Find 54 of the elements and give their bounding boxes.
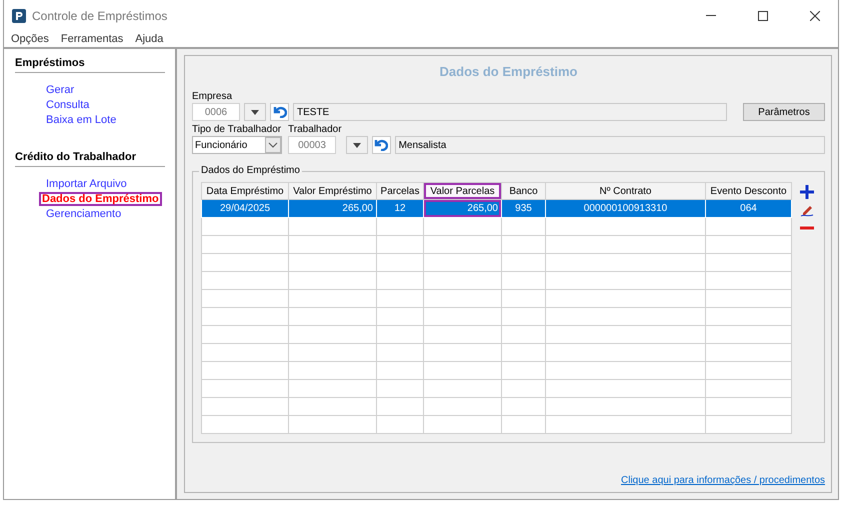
type-select[interactable]: Funcionário (192, 136, 282, 154)
table-cell: 935 (502, 200, 546, 218)
sidebar-link[interactable]: Consulta (43, 98, 92, 112)
panel-title: Dados do Empréstimo (438, 64, 578, 79)
column-header[interactable]: Data Empréstimo (202, 182, 288, 200)
table-cell: 064 (706, 200, 792, 218)
sidebar-link[interactable]: Gerar (43, 83, 78, 97)
parameters-button[interactable]: Parâmetros (743, 103, 825, 121)
name-field[interactable]: Mensalista (394, 136, 825, 154)
sidebar-link[interactable]: Gerenciamento (43, 207, 124, 221)
undo-icon (272, 106, 286, 118)
table-cell: 12 (376, 200, 424, 218)
maximize-icon (758, 10, 768, 20)
code-field[interactable]: 0006 (192, 103, 240, 121)
sidebar-link[interactable]: Dados do Empréstimo (39, 192, 162, 206)
sidebar-link[interactable]: Baixa em Lote (43, 113, 120, 127)
field-label: Tipo de Trabalhador (192, 124, 282, 135)
caret-icon (251, 110, 259, 114)
dropdown-button[interactable] (244, 103, 266, 121)
undo-icon (374, 139, 388, 151)
section-title: Crédito do Trabalhador (15, 151, 165, 167)
window-title: Controle de Empréstimos (32, 8, 168, 22)
info-link[interactable]: Clique aqui para informações / procedimentos (621, 475, 825, 486)
field-label: Empresa (192, 91, 234, 102)
column-header[interactable]: Parcelas (376, 182, 424, 200)
table-row[interactable]: 29/04/2025 265,00 12 265,00 935 000000100913310 064 (202, 200, 792, 218)
caret-icon (352, 142, 361, 148)
dropdown-button[interactable] (346, 136, 368, 154)
undo-button[interactable] (270, 103, 289, 121)
menu-item[interactable]: Ferramentas (60, 32, 124, 44)
menu-item[interactable]: Ajuda (134, 32, 164, 44)
field-label: Trabalhador (288, 124, 342, 135)
table-cell: 265,00 (288, 200, 376, 218)
close-icon (810, 10, 820, 20)
code-field[interactable]: 00003 (288, 136, 336, 154)
column-header[interactable]: Nº Contrato (546, 182, 706, 200)
app-logo-icon (12, 8, 26, 22)
column-header[interactable]: Banco (502, 182, 546, 200)
column-header[interactable]: Valor Empréstimo (288, 182, 376, 200)
group-title: Dados do Empréstimo (199, 165, 302, 176)
section-title: Empréstimos (15, 57, 165, 73)
table-cell: 265,00 (424, 200, 502, 218)
menu-item[interactable]: Opções (10, 32, 50, 44)
chevron-icon (265, 137, 281, 153)
undo-button[interactable] (372, 136, 391, 154)
add-icon[interactable] (800, 185, 814, 199)
table-cell: 29/04/2025 (202, 200, 288, 218)
sidebar-link[interactable]: Importar Arquivo (43, 177, 130, 191)
table-cell: 000000100913310 (546, 200, 706, 218)
pencil-icon[interactable] (800, 203, 814, 217)
column-header[interactable]: Evento Desconto (706, 182, 792, 200)
minimize-icon (706, 15, 716, 16)
column-header[interactable]: Valor Parcelas (424, 182, 502, 200)
name-field[interactable]: TESTE (293, 103, 727, 121)
